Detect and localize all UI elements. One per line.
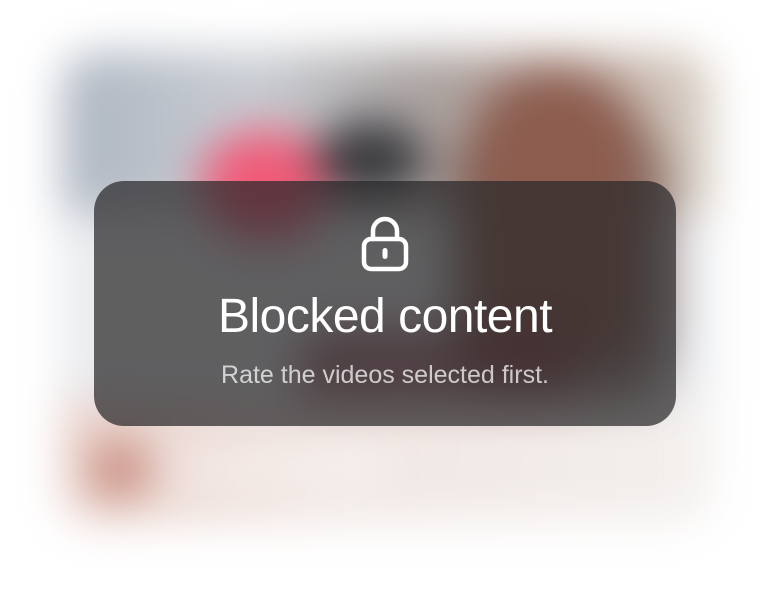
- video-title-placeholder: [170, 458, 390, 478]
- overlay-title: Blocked content: [217, 290, 553, 343]
- blocked-content-overlay: Blocked content Rate the videos selected…: [94, 181, 676, 426]
- overlay-subtitle: Rate the videos selected first.: [221, 361, 549, 389]
- screen: Blocked content Rate the videos selected…: [0, 0, 768, 607]
- lock-icon: [361, 216, 409, 272]
- channel-avatar: [90, 440, 150, 500]
